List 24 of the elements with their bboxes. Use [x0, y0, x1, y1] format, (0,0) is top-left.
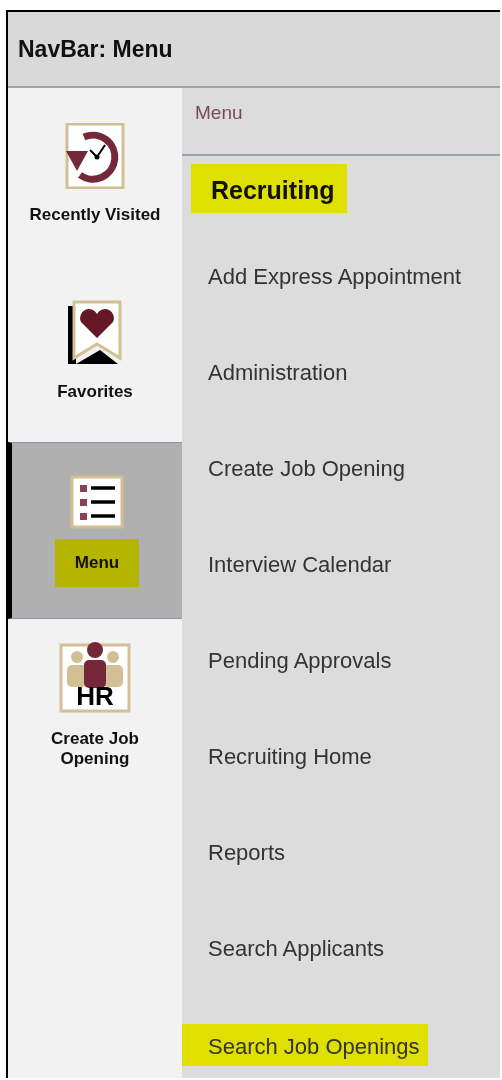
- sidebar-label: Recently Visited: [28, 203, 162, 226]
- list-icon: [70, 474, 124, 529]
- sidebar-item[interactable]: Recently Visited: [8, 88, 182, 265]
- menu-heading: Recruiting: [191, 164, 347, 213]
- bookmark-heart-icon: [66, 299, 124, 366]
- menu-item[interactable]: Reports: [208, 840, 286, 866]
- menu-item[interactable]: Administration: [208, 360, 348, 386]
- hr-people-icon: HR: [59, 640, 131, 713]
- sidebar-item[interactable]: Menu: [8, 442, 182, 619]
- menu-item[interactable]: Create Job Opening: [208, 456, 405, 482]
- clock-icon: [64, 122, 126, 189]
- sidebar-item[interactable]: Favorites: [8, 265, 182, 442]
- menu-item[interactable]: Pending Approvals: [208, 648, 392, 674]
- menu-item[interactable]: Interview Calendar: [208, 552, 392, 578]
- sidebar-label: Favorites: [56, 380, 134, 403]
- breadcrumb[interactable]: Menu: [195, 102, 243, 123]
- sidebar-label: Create Job Opening: [50, 727, 140, 770]
- menu-item[interactable]: Search Applicants: [208, 936, 385, 962]
- menu-item[interactable]: Recruiting Home: [208, 744, 372, 770]
- sidebar-label: Menu: [54, 538, 140, 587]
- menu-item[interactable]: Search Job Openings: [182, 1024, 428, 1066]
- sidebar-item[interactable]: HR Create Job Opening: [8, 619, 182, 796]
- menu-item[interactable]: Add Express Appointment: [208, 264, 462, 290]
- window-title: NavBar: Menu: [18, 35, 173, 63]
